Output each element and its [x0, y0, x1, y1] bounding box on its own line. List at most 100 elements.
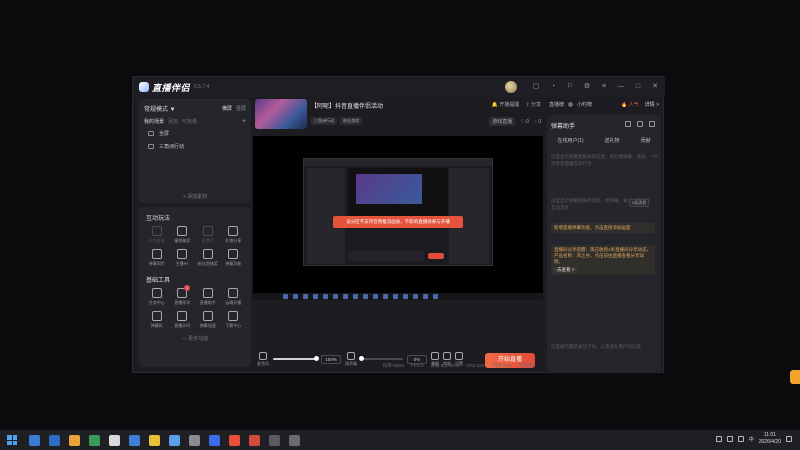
room-title[interactable]: 【阿呢】抖音直播伴侣活动 — [311, 101, 383, 110]
live-reminder-button[interactable]: 🔔 开播提醒 — [492, 101, 520, 108]
tool-live-assistant[interactable]: 直播助手 — [195, 288, 221, 306]
taskbar-app-icon[interactable] — [289, 434, 300, 446]
more-features-button[interactable]: — 更多功能 — [144, 335, 246, 342]
room-cover-image[interactable] — [255, 99, 307, 129]
basic-grid: 任务中心 1 直播伴学 直播助手 云端开播 弹幕机 直播计时 弹幕加速 下载中心 — [144, 285, 247, 329]
tool-cloud-live[interactable]: 云端开播 — [221, 288, 247, 306]
mode-select[interactable]: 常规模式 ▼ — [144, 104, 176, 113]
tool-pk[interactable]: 主播PK — [170, 249, 196, 267]
interact-grid: 在线连麦 福袋抽奖 直播间 礼物分享 弹幕同步 主播PK 粉丝团抽奖 弹幕功能 — [144, 226, 246, 267]
tab-online-users[interactable]: 在线用户(1) — [557, 137, 583, 144]
scene-tab-add[interactable]: 添加 — [168, 118, 178, 125]
share-button[interactable]: ⇪ 分享 — [525, 101, 541, 108]
chevron-up-icon[interactable] — [715, 436, 722, 442]
rank-tab-hour[interactable]: 小时榜 — [577, 101, 592, 108]
tool-danmaku-func[interactable]: 弹幕功能 — [221, 249, 247, 267]
portrait-button[interactable]: 竖屏 — [236, 105, 246, 112]
tool-label: 弹幕同步 — [148, 261, 165, 266]
effects-icon — [443, 351, 451, 360]
mic-volume-slider[interactable] — [273, 356, 319, 361]
maximize-icon[interactable]: □ — [634, 83, 642, 91]
menu-icon[interactable]: ≡ — [600, 83, 608, 91]
goto-view-button[interactable]: 去查看 > — [554, 267, 578, 273]
room-tag[interactable]: 射击游戏 — [340, 117, 362, 125]
taskbar-app-icon[interactable] — [149, 434, 160, 446]
popout-icon[interactable] — [649, 121, 655, 127]
warning-toast: 该分区不支持音频推流画质，不影响直播效果与开播 — [333, 216, 463, 228]
speaker-volume-slider[interactable] — [359, 356, 403, 361]
taskbar-app-icon[interactable] — [89, 434, 100, 446]
reminder-label: 开播提醒 — [499, 102, 520, 108]
volume-icon[interactable] — [737, 436, 744, 442]
status-fps: FPS:0 — [411, 363, 424, 368]
tool-live-room[interactable]: 直播间 — [195, 226, 221, 244]
taskbar-app-icon[interactable] — [129, 434, 140, 446]
notice-new-feature[interactable]: 新增直播弹幕功能，点击直接添加画面 — [551, 223, 655, 233]
tool-timer[interactable]: 直播计时 — [170, 311, 196, 329]
headset-icon[interactable]: ◔ — [549, 83, 557, 91]
danmaku-tools — [625, 121, 655, 127]
scene-item-fullscreen[interactable]: 全屏 — [139, 127, 251, 140]
tool-lucky-bag[interactable]: 福袋抽奖 — [170, 226, 196, 244]
scene-item-game[interactable]: 三角洲行动 — [139, 140, 251, 153]
notification-icon[interactable] — [786, 436, 792, 442]
tool-gift-share[interactable]: 礼物分享 — [221, 226, 247, 244]
mic-toggle[interactable]: 麦克风 — [257, 351, 269, 367]
message-count-button[interactable]: 0条消息 — [629, 199, 650, 207]
tab-contribution[interactable]: 贡献 — [640, 137, 650, 144]
clock[interactable]: 11:01 2026/4/20 — [759, 432, 781, 446]
taskbar-app-icon[interactable] — [229, 434, 240, 446]
tool-danmaku-speed[interactable]: 弹幕加速 — [195, 311, 221, 329]
tool-online-mic[interactable]: 在线连麦 — [144, 226, 170, 244]
add-scene-icon[interactable]: + — [242, 118, 246, 125]
scene-tab-batch[interactable]: 可批量 — [182, 118, 197, 125]
notice-share[interactable]: 直播间分享提醒：现已收到1条直播间分享动态，产品名称：风之谷，点击前往直播查看分… — [551, 245, 655, 275]
filter-icon[interactable] — [625, 121, 631, 127]
clock-time: 11:01 — [763, 432, 776, 438]
network-icon[interactable] — [726, 436, 733, 442]
settings-icon[interactable] — [637, 121, 643, 127]
room-tag[interactable]: 三角洲行动 — [311, 117, 337, 125]
chat-icon — [228, 249, 239, 259]
microphone-icon — [259, 351, 267, 360]
message-icon[interactable]: ▢ — [532, 83, 540, 91]
start-button[interactable] — [7, 435, 17, 445]
settings-icon[interactable]: ⚙ — [583, 83, 591, 91]
ime-indicator[interactable]: 中 — [749, 436, 754, 443]
tool-live-study[interactable]: 1 直播伴学 — [170, 285, 196, 306]
minimize-icon[interactable]: — — [617, 83, 625, 91]
taskbar-app-icon[interactable] — [249, 434, 260, 446]
taskbar-app-icon[interactable] — [69, 434, 80, 446]
taskbar-app-icon[interactable] — [209, 434, 220, 446]
avatar[interactable] — [505, 81, 517, 93]
rank-tab-live[interactable]: 直播榜 — [549, 101, 564, 108]
floating-side-tab[interactable] — [790, 370, 800, 384]
add-material-button[interactable]: + 添加素材 — [139, 193, 251, 200]
close-icon[interactable]: ✕ — [651, 83, 659, 91]
taskbar-app-icon[interactable] — [269, 434, 280, 446]
like-value: 0 — [526, 118, 529, 125]
taskbar-app-icon[interactable] — [169, 434, 180, 446]
category-pill[interactable]: 游戏直播 — [489, 117, 516, 126]
details-link[interactable]: 详情 > — [645, 101, 659, 108]
speaker-toggle[interactable]: 扬声器 — [345, 351, 357, 367]
stream-preview[interactable]: 该分区不支持音频推流画质，不影响直播效果与开播 — [253, 136, 543, 300]
taskbar-app-icon[interactable] — [49, 434, 60, 446]
tool-label: 弹幕机 — [150, 323, 163, 328]
flag-icon[interactable]: ⚐ — [566, 83, 574, 91]
danmaku-panel: 弹幕助手 在线用户(1) 送礼物 贡献 这里显示观看者相关的信息，如礼物弹幕、进… — [547, 115, 661, 373]
taskbar-app-icon[interactable] — [189, 434, 200, 446]
landscape-button[interactable]: 横屏 — [222, 105, 232, 112]
comment-count: ◌ 0 — [533, 118, 541, 125]
popularity-text: 人气 — [628, 101, 639, 108]
taskbar-app-icon[interactable] — [109, 434, 120, 446]
mic-volume-value[interactable]: 100% — [321, 354, 341, 364]
tool-download-center[interactable]: 下载中心 — [221, 311, 247, 329]
tool-fan-lottery[interactable]: 粉丝团抽奖 — [195, 249, 221, 267]
tab-gifts[interactable]: 送礼物 — [605, 137, 620, 144]
speaker-label: 扬声器 — [345, 360, 357, 366]
tool-task-center[interactable]: 任务中心 — [144, 288, 170, 306]
tool-danmaku-sync[interactable]: 弹幕同步 — [144, 249, 170, 267]
tool-danmaku-machine[interactable]: 弹幕机 — [144, 311, 170, 329]
taskbar-app-icon[interactable] — [29, 434, 40, 446]
